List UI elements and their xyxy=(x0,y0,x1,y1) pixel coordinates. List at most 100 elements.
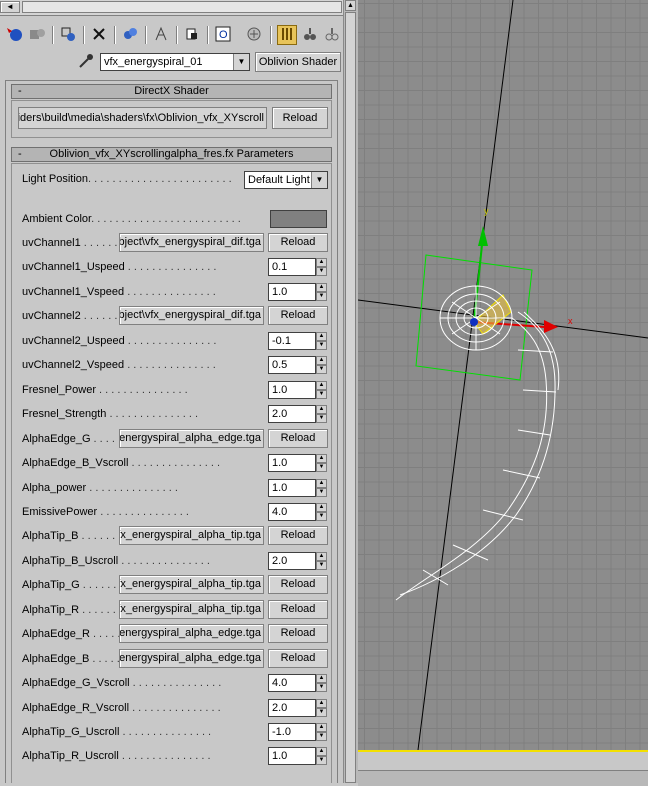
reload-button[interactable]: Reload xyxy=(268,306,328,325)
reload-button[interactable]: Reload xyxy=(268,526,328,545)
scrollbar-thumb[interactable] xyxy=(22,1,342,13)
value-spinner[interactable]: 1.0 ▲ ▼ xyxy=(268,381,328,399)
spinner-up-icon[interactable]: ▲ xyxy=(316,381,327,390)
spinner-input[interactable]: 2.0 xyxy=(268,699,316,717)
value-spinner[interactable]: 0.5 ▲ ▼ xyxy=(268,356,328,374)
spinner-input[interactable]: 1.0 xyxy=(268,454,316,472)
spinner-input[interactable]: 1.0 xyxy=(268,283,316,301)
viewport-3d[interactable]: x y xyxy=(358,0,648,750)
spinner-down-icon[interactable]: ▼ xyxy=(316,414,327,423)
texture-map-button[interactable]: fx_energyspiral_alpha_tip.tga xyxy=(119,526,264,545)
make-unique-icon[interactable] xyxy=(120,25,140,45)
pick-material-icon[interactable] xyxy=(76,52,96,72)
spinner-up-icon[interactable]: ▲ xyxy=(316,723,327,732)
spinner-up-icon[interactable]: ▲ xyxy=(316,258,327,267)
spinner-up-icon[interactable]: ▲ xyxy=(316,283,327,292)
spinner-down-icon[interactable]: ▼ xyxy=(316,708,327,717)
reload-button[interactable]: Reload xyxy=(268,649,328,668)
spinner-up-icon[interactable]: ▲ xyxy=(316,356,327,365)
value-spinner[interactable]: 2.0 ▲ ▼ xyxy=(268,405,328,423)
value-spinner[interactable]: -1.0 ▲ ▼ xyxy=(268,723,328,741)
panel-vertical-scrollbar[interactable]: ▲ xyxy=(343,0,358,783)
scroll-left-button[interactable]: ◄ xyxy=(0,1,20,13)
spinner-up-icon[interactable]: ▲ xyxy=(316,454,327,463)
spinner-down-icon[interactable]: ▼ xyxy=(316,463,327,472)
spinner-input[interactable]: 4.0 xyxy=(268,503,316,521)
spinner-input[interactable]: 2.0 xyxy=(268,552,316,570)
spinner-input[interactable]: 0.1 xyxy=(268,258,316,276)
texture-map-button[interactable]: fx_energyspiral_alpha_tip.tga xyxy=(119,600,264,619)
reload-button[interactable]: Reload xyxy=(268,233,328,252)
spinner-down-icon[interactable]: ▼ xyxy=(316,561,327,570)
spinner-input[interactable]: 1.0 xyxy=(268,747,316,765)
reset-map-icon[interactable] xyxy=(58,25,78,45)
spinner-input[interactable]: -1.0 xyxy=(268,723,316,741)
spinner-up-icon[interactable]: ▲ xyxy=(316,503,327,512)
spinner-up-icon[interactable]: ▲ xyxy=(316,699,327,708)
assign-material-icon[interactable] xyxy=(27,25,47,45)
spinner-down-icon[interactable]: ▼ xyxy=(316,756,327,765)
material-id-icon[interactable] xyxy=(182,25,202,45)
spinner-down-icon[interactable]: ▼ xyxy=(316,390,327,399)
value-spinner[interactable]: 1.0 ▲ ▼ xyxy=(268,283,328,301)
spinner-up-icon[interactable]: ▲ xyxy=(316,552,327,561)
horizontal-scrollbar[interactable]: ◄ xyxy=(0,0,343,16)
texture-map-button[interactable]: bject\vfx_energyspiral_dif.tga xyxy=(119,233,264,252)
spinner-input[interactable]: -0.1 xyxy=(268,332,316,350)
spinner-down-icon[interactable]: ▼ xyxy=(316,341,327,350)
spinner-input[interactable]: 0.5 xyxy=(268,356,316,374)
value-spinner[interactable]: 1.0 ▲ ▼ xyxy=(268,479,328,497)
show-end-result-icon[interactable] xyxy=(244,25,264,45)
spinner-down-icon[interactable]: ▼ xyxy=(316,683,327,692)
light-position-dropdown[interactable]: Default Light ▼ xyxy=(244,171,328,189)
put-to-scene-icon[interactable] xyxy=(4,25,24,45)
spinner-input[interactable]: 2.0 xyxy=(268,405,316,423)
spinner-input[interactable]: 4.0 xyxy=(268,674,316,692)
spinner-down-icon[interactable]: ▼ xyxy=(316,488,327,497)
put-to-library-icon[interactable] xyxy=(151,25,171,45)
show-map-icon[interactable]: O xyxy=(213,25,233,45)
spinner-down-icon[interactable]: ▼ xyxy=(316,365,327,374)
reload-button[interactable]: Reload xyxy=(268,575,328,594)
shader-path-field[interactable]: iders\build\media\shaders\fx\Oblivion_vf… xyxy=(18,107,267,129)
material-type-button[interactable]: Oblivion Shader xyxy=(255,52,341,72)
value-spinner[interactable]: 2.0 ▲ ▼ xyxy=(268,552,328,570)
reload-button[interactable]: Reload xyxy=(268,600,328,619)
texture-map-button[interactable]: energyspiral_alpha_edge.tga xyxy=(119,624,264,643)
ambient-color-swatch[interactable] xyxy=(270,210,327,228)
spinner-input[interactable]: 1.0 xyxy=(268,381,316,399)
delete-icon[interactable] xyxy=(89,25,109,45)
reload-button[interactable]: Reload xyxy=(268,429,328,448)
parameters-rollout-header[interactable]: - Oblivion_vfx_XYscrollingalpha_fres.fx … xyxy=(11,147,332,162)
shader-reload-button[interactable]: Reload xyxy=(272,107,328,129)
scrollbar-thumb[interactable] xyxy=(345,12,356,783)
spinner-up-icon[interactable]: ▲ xyxy=(316,674,327,683)
value-spinner[interactable]: -0.1 ▲ ▼ xyxy=(268,332,328,350)
value-spinner[interactable]: 4.0 ▲ ▼ xyxy=(268,674,328,692)
directx-shader-rollout-header[interactable]: - DirectX Shader xyxy=(11,84,332,99)
scroll-up-button[interactable]: ▲ xyxy=(345,0,356,11)
texture-map-button[interactable]: energyspiral_alpha_edge.tga xyxy=(119,649,264,668)
spinner-up-icon[interactable]: ▲ xyxy=(316,479,327,488)
spinner-down-icon[interactable]: ▼ xyxy=(316,292,327,301)
go-to-parent-icon[interactable] xyxy=(277,25,297,45)
spinner-up-icon[interactable]: ▲ xyxy=(316,405,327,414)
spinner-down-icon[interactable]: ▼ xyxy=(316,512,327,521)
material-navigator-icon[interactable] xyxy=(322,25,342,45)
spinner-down-icon[interactable]: ▼ xyxy=(316,267,327,276)
reload-button[interactable]: Reload xyxy=(268,624,328,643)
spinner-up-icon[interactable]: ▲ xyxy=(316,747,327,756)
value-spinner[interactable]: 0.1 ▲ ▼ xyxy=(268,258,328,276)
texture-map-button[interactable]: bject\vfx_energyspiral_dif.tga xyxy=(119,306,264,325)
value-spinner[interactable]: 1.0 ▲ ▼ xyxy=(268,747,328,765)
value-spinner[interactable]: 1.0 ▲ ▼ xyxy=(268,454,328,472)
spinner-input[interactable]: 1.0 xyxy=(268,479,316,497)
value-spinner[interactable]: 4.0 ▲ ▼ xyxy=(268,503,328,521)
texture-map-button[interactable]: energyspiral_alpha_edge.tga xyxy=(119,429,264,448)
texture-map-button[interactable]: fx_energyspiral_alpha_tip.tga xyxy=(119,575,264,594)
spinner-down-icon[interactable]: ▼ xyxy=(316,732,327,741)
material-name-dropdown[interactable]: vfx_energyspiral_01 ▼ xyxy=(100,53,250,71)
value-spinner[interactable]: 2.0 ▲ ▼ xyxy=(268,699,328,717)
go-forward-icon[interactable] xyxy=(300,25,320,45)
spinner-up-icon[interactable]: ▲ xyxy=(316,332,327,341)
